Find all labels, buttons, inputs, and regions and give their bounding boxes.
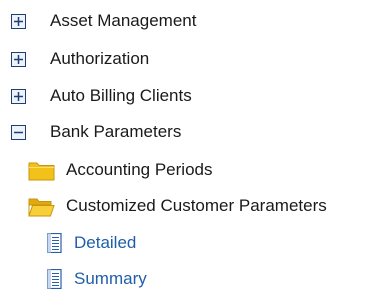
- tree-node-accounting-periods[interactable]: Accounting Periods: [28, 158, 212, 182]
- document-icon: [47, 233, 62, 253]
- document-icon: [47, 269, 62, 289]
- tree-node-bank-parameters[interactable]: Bank Parameters: [11, 120, 181, 144]
- closed-folder-icon: [28, 162, 55, 180]
- plus-box-icon[interactable]: [11, 13, 26, 29]
- tree-node-label: Customized Customer Parameters: [66, 196, 327, 215]
- tree-node-label: Accounting Periods: [66, 160, 213, 179]
- tree-node-asset-management[interactable]: Asset Management: [11, 9, 196, 33]
- tree-node-label: Asset Management: [50, 11, 197, 30]
- navigation-tree: Asset Management Authorization Auto Bill…: [0, 0, 387, 294]
- tree-node-detailed[interactable]: Detailed: [47, 231, 136, 255]
- tree-node-summary[interactable]: Summary: [47, 267, 147, 291]
- tree-node-label: Auto Billing Clients: [50, 86, 192, 105]
- tree-node-label: Authorization: [50, 49, 150, 68]
- tree-node-auto-billing-clients[interactable]: Auto Billing Clients: [11, 84, 192, 108]
- tree-node-authorization[interactable]: Authorization: [11, 47, 149, 71]
- plus-box-icon[interactable]: [11, 51, 26, 67]
- tree-node-customized-customer-parameters[interactable]: Customized Customer Parameters: [28, 194, 327, 218]
- tree-node-link[interactable]: Detailed: [74, 231, 136, 255]
- tree-node-label: Bank Parameters: [50, 122, 182, 141]
- tree-node-link[interactable]: Summary: [74, 267, 147, 291]
- open-folder-icon: [28, 198, 55, 216]
- plus-box-icon[interactable]: [11, 88, 26, 104]
- minus-box-icon[interactable]: [11, 124, 26, 140]
